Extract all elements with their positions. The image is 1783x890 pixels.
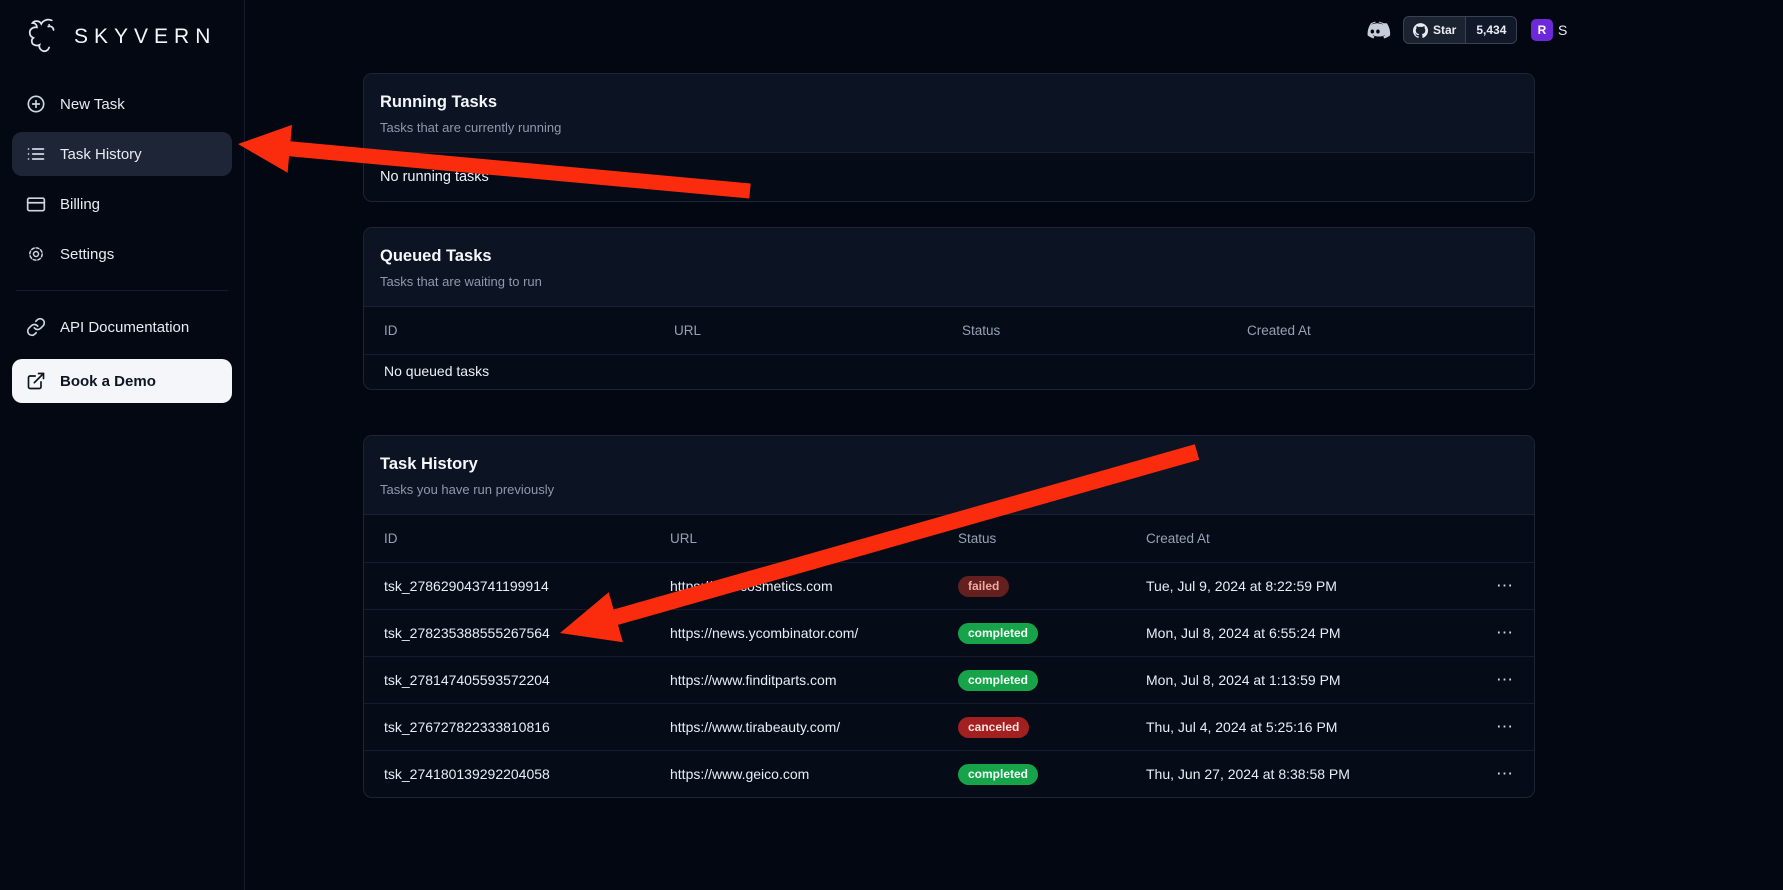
task-id-cell: tsk_278629043741199914 <box>384 578 670 594</box>
sidebar-item-billing[interactable]: Billing <box>12 182 232 226</box>
book-a-demo-label: Book a Demo <box>60 373 156 390</box>
column-header-id: ID <box>384 323 674 338</box>
running-tasks-title: Running Tasks <box>380 93 1516 112</box>
task-history-header: Task History Tasks you have run previous… <box>364 436 1534 515</box>
task-id-cell: tsk_278235388555267564 <box>384 625 670 641</box>
column-header-created-at: Created At <box>1247 323 1514 338</box>
queued-tasks-empty-state: No queued tasks <box>364 354 1534 389</box>
running-tasks-empty-state: No running tasks <box>364 153 1534 201</box>
plus-circle-icon <box>26 94 46 114</box>
history-table-body: tsk_278629043741199914 https://tartecosm… <box>364 562 1534 797</box>
discord-link[interactable] <box>1363 17 1391 43</box>
link-icon <box>26 317 46 337</box>
credit-card-icon <box>26 194 46 214</box>
task-history-subtitle: Tasks you have run previously <box>380 482 1516 497</box>
status-badge: completed <box>958 670 1038 691</box>
created-at-cell: Thu, Jun 27, 2024 at 8:38:58 PM <box>1146 766 1458 782</box>
created-at-cell: Tue, Jul 9, 2024 at 8:22:59 PM <box>1146 578 1458 594</box>
sidebar-divider <box>16 290 228 291</box>
history-table-header: ID URL Status Created At <box>364 515 1534 562</box>
discord-icon <box>1363 17 1391 45</box>
queued-table-header: ID URL Status Created At <box>364 307 1534 354</box>
task-history-title: Task History <box>380 455 1516 474</box>
github-star-label: Star <box>1433 23 1456 37</box>
user-avatar[interactable]: R <box>1531 19 1553 41</box>
created-at-cell: Mon, Jul 8, 2024 at 1:13:59 PM <box>1146 672 1458 688</box>
table-row[interactable]: tsk_276727822333810816 https://www.tirab… <box>364 703 1534 750</box>
row-actions-button[interactable]: ⋯ <box>1458 717 1514 737</box>
status-badge: completed <box>958 623 1038 644</box>
topbar: Star 5,434 R S <box>245 0 1783 60</box>
column-header-status: Status <box>958 531 1146 546</box>
sidebar-item-label: Task History <box>60 146 142 163</box>
task-id-cell: tsk_278147405593572204 <box>384 672 670 688</box>
sidebar-item-label: API Documentation <box>60 319 189 336</box>
row-actions-button[interactable]: ⋯ <box>1458 623 1514 643</box>
sidebar-item-new-task[interactable]: New Task <box>12 82 232 126</box>
github-star-widget[interactable]: Star 5,434 <box>1403 16 1517 44</box>
status-badge: failed <box>958 576 1009 597</box>
task-id-cell: tsk_276727822333810816 <box>384 719 670 735</box>
table-row[interactable]: tsk_274180139292204058 https://www.geico… <box>364 750 1534 797</box>
sidebar-item-label: Billing <box>60 196 100 213</box>
book-a-demo-button[interactable]: Book a Demo <box>12 359 232 403</box>
table-row[interactable]: tsk_278147405593572204 https://www.findi… <box>364 656 1534 703</box>
task-url-cell: https://www.geico.com <box>670 766 958 782</box>
github-icon <box>1413 23 1428 38</box>
queued-tasks-header: Queued Tasks Tasks that are waiting to r… <box>364 228 1534 307</box>
task-id-cell: tsk_274180139292204058 <box>384 766 670 782</box>
gear-icon <box>26 244 46 264</box>
skyvern-dragon-icon <box>22 16 64 58</box>
task-url-cell: https://news.ycombinator.com/ <box>670 625 958 641</box>
table-row[interactable]: tsk_278629043741199914 https://tartecosm… <box>364 562 1534 609</box>
app-title: SKYVERN <box>74 25 216 49</box>
status-badge: completed <box>958 764 1038 785</box>
github-star-count[interactable]: 5,434 <box>1465 17 1516 43</box>
external-link-icon <box>26 371 46 391</box>
column-header-created-at: Created At <box>1146 531 1458 546</box>
queued-tasks-subtitle: Tasks that are waiting to run <box>380 274 1516 289</box>
sidebar-item-task-history[interactable]: Task History <box>12 132 232 176</box>
cropped-username-text: S <box>1558 22 1567 38</box>
running-tasks-header: Running Tasks Tasks that are currently r… <box>364 74 1534 153</box>
column-header-id: ID <box>384 531 670 546</box>
task-url-cell: https://www.finditparts.com <box>670 672 958 688</box>
github-star-button[interactable]: Star <box>1404 17 1465 43</box>
main-content: Running Tasks Tasks that are currently r… <box>363 0 1535 798</box>
running-tasks-subtitle: Tasks that are currently running <box>380 120 1516 135</box>
queued-tasks-title: Queued Tasks <box>380 247 1516 266</box>
sidebar-item-api-documentation[interactable]: API Documentation <box>12 305 232 349</box>
table-row[interactable]: tsk_278235388555267564 https://news.ycom… <box>364 609 1534 656</box>
column-header-url: URL <box>674 323 962 338</box>
row-actions-button[interactable]: ⋯ <box>1458 764 1514 784</box>
created-at-cell: Mon, Jul 8, 2024 at 6:55:24 PM <box>1146 625 1458 641</box>
list-icon <box>26 144 46 164</box>
app-logo: SKYVERN <box>12 14 232 76</box>
created-at-cell: Thu, Jul 4, 2024 at 5:25:16 PM <box>1146 719 1458 735</box>
column-header-url: URL <box>670 531 958 546</box>
sidebar-item-label: New Task <box>60 96 125 113</box>
task-url-cell: https://tartecosmetics.com <box>670 578 958 594</box>
task-url-cell: https://www.tirabeauty.com/ <box>670 719 958 735</box>
row-actions-button[interactable]: ⋯ <box>1458 576 1514 596</box>
column-header-status: Status <box>962 323 1247 338</box>
sidebar-item-label: Settings <box>60 246 114 263</box>
queued-tasks-card: Queued Tasks Tasks that are waiting to r… <box>363 227 1535 390</box>
task-history-card: Task History Tasks you have run previous… <box>363 435 1535 798</box>
row-actions-button[interactable]: ⋯ <box>1458 670 1514 690</box>
running-tasks-card: Running Tasks Tasks that are currently r… <box>363 73 1535 202</box>
status-badge: canceled <box>958 717 1029 738</box>
sidebar: SKYVERN New Task Task History Billing Se… <box>0 0 245 890</box>
sidebar-item-settings[interactable]: Settings <box>12 232 232 276</box>
